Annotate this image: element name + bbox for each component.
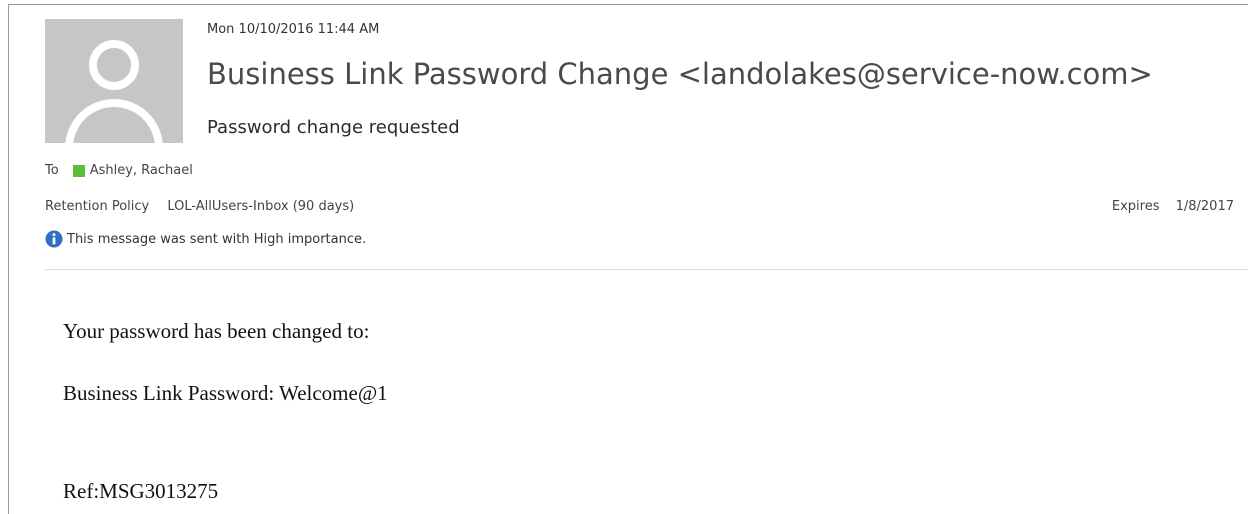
expires-label: Expires [1111,199,1160,214]
importance-banner: This message was sent with High importan… [45,230,366,248]
to-line: To Ashley, Rachael [45,163,193,178]
presence-available-icon [72,164,85,177]
recipient-name[interactable]: Ashley, Rachael [90,163,193,178]
header-divider [45,269,1248,270]
sent-date: Mon 10/10/2016 11:44 AM [207,22,380,37]
importance-text: This message was sent with High importan… [67,231,367,247]
info-icon [45,230,63,248]
retention-policy: Retention Policy LOL-AllUsers-Inbox (90 … [45,199,354,214]
body-line-password-changed: Your password has been changed to: [63,319,370,343]
retention-label: Retention Policy [45,199,150,214]
to-label: To [45,163,59,178]
body-line-password-value: Business Link Password: Welcome@1 [63,381,388,405]
person-placeholder-icon [89,40,139,90]
body-line-reference: Ref:MSG3013275 [63,479,219,503]
person-placeholder-shoulders [65,99,163,143]
email-reading-pane: Mon 10/10/2016 11:44 AM Business Link Pa… [8,4,1248,514]
sender-avatar[interactable] [45,19,183,143]
expires-value: 1/8/2017 [1175,199,1234,214]
email-subject: Password change requested [207,117,460,138]
retention-value: LOL-AllUsers-Inbox (90 days) [167,199,355,214]
expires-info: Expires 1/8/2017 [1112,199,1234,214]
sender-name[interactable]: Business Link Password Change <landolake… [207,57,1153,91]
